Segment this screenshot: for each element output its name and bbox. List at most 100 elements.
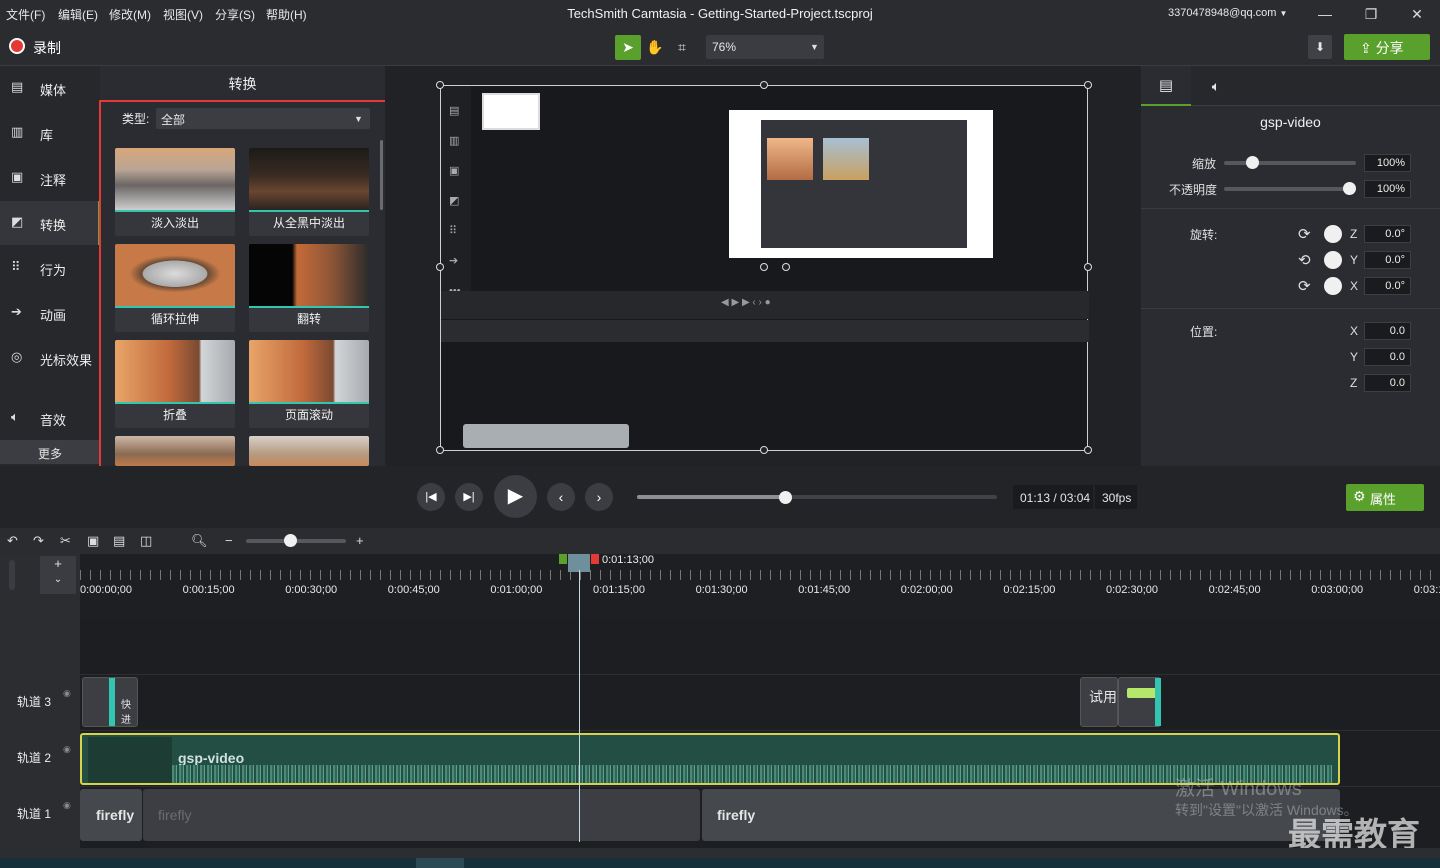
resize-handle[interactable]: [782, 263, 790, 271]
step-back-icon[interactable]: |◀: [417, 483, 445, 511]
crop-tool-icon[interactable]: ⌗: [669, 35, 695, 60]
sidebar-more-button[interactable]: 更多: [0, 440, 100, 464]
opacity-slider-knob[interactable]: [1343, 182, 1356, 195]
add-track-icon[interactable]: +: [40, 556, 76, 571]
resize-handle[interactable]: [1084, 446, 1092, 454]
close-icon[interactable]: ✕: [1402, 4, 1432, 24]
rotate-x-icon: ⟳: [1298, 278, 1311, 295]
eye-icon[interactable]: ◉: [63, 800, 71, 811]
scale-slider[interactable]: [1224, 161, 1356, 165]
download-icon[interactable]: ⬇: [1308, 35, 1332, 59]
ruler-tick-label: 0:00:00;00: [80, 584, 132, 596]
eye-icon[interactable]: ◉: [63, 744, 71, 755]
position-z-input[interactable]: 0.0: [1364, 374, 1411, 392]
track1-clip-firefly[interactable]: firefly: [80, 789, 142, 841]
ruler-tick-label: 0:01:00;00: [490, 584, 543, 596]
opacity-input[interactable]: 100%: [1364, 180, 1411, 198]
resize-handle[interactable]: [1084, 263, 1092, 271]
rotation-z-dial[interactable]: [1324, 225, 1342, 243]
copy-icon[interactable]: ▣: [87, 533, 99, 549]
timeline-horizontal-scrollbar[interactable]: [80, 848, 1440, 858]
seek-bar-fill: [637, 495, 785, 499]
track2-clip-gsp-video[interactable]: gsp-video: [80, 733, 1340, 785]
clip-label: firefly: [717, 807, 756, 823]
behavior-icon: ⠿: [11, 259, 21, 274]
position-x-input[interactable]: 0.0: [1364, 322, 1411, 340]
minimize-icon[interactable]: —: [1310, 4, 1340, 24]
ruler-tick-label: 0:02:45;00: [1208, 584, 1261, 596]
timeline-toolbar: [0, 528, 1440, 554]
sidebar-item-media[interactable]: ▤ 媒体: [0, 66, 100, 110]
track1-clip-firefly[interactable]: firefly: [143, 789, 700, 841]
previous-marker-icon[interactable]: ‹: [547, 483, 575, 511]
cut-icon[interactable]: ✂: [60, 533, 71, 549]
sidebar-item-audio-effects[interactable]: 🔈︎ 音效: [0, 396, 100, 440]
paste-icon[interactable]: ▤: [113, 533, 125, 549]
account-menu[interactable]: 3370478948@qq.com ▼: [1168, 7, 1287, 19]
audio-effect-icon: 🔈︎: [11, 409, 19, 424]
taskbar-item[interactable]: [416, 858, 464, 868]
timeline-zoom-knob[interactable]: [284, 534, 297, 547]
rotation-x-input[interactable]: 0.0°: [1364, 277, 1411, 295]
resize-handle[interactable]: [760, 446, 768, 454]
resize-handle[interactable]: [436, 446, 444, 454]
resize-handle[interactable]: [436, 81, 444, 89]
zoom-select[interactable]: 76%: [706, 35, 824, 59]
preview-sidebar-icons: ▤▥▣◩⠿➔•••: [449, 105, 461, 297]
record-button[interactable]: 录制: [33, 38, 61, 58]
next-marker-icon[interactable]: ›: [585, 483, 613, 511]
properties-button[interactable]: ⚙ 属性: [1346, 484, 1424, 511]
rotation-y-dial[interactable]: [1324, 251, 1342, 269]
chevron-down-icon[interactable]: ⌄: [40, 574, 76, 585]
share-button[interactable]: ⇪ 分享: [1344, 34, 1430, 60]
track3-clip-callout[interactable]: [1118, 677, 1161, 727]
scale-slider-knob[interactable]: [1246, 156, 1259, 169]
playhead-in-marker[interactable]: [559, 554, 567, 564]
resize-handle[interactable]: [1084, 81, 1092, 89]
track-height-slider[interactable]: [9, 560, 15, 590]
track3-clip-fast[interactable]: 快进: [82, 677, 138, 727]
film-icon: ▤: [11, 79, 24, 94]
tab-audio-properties[interactable]: 🔈︎: [1191, 66, 1241, 106]
resize-handle[interactable]: [760, 81, 768, 89]
sidebar: ▤ 媒体 ▥ 库 ▣ 注释 ◩ 转换 ⠿ 行为 ➔ 动画 ◎ 光标效果 🔈︎ 音效: [0, 66, 100, 466]
clip-label: firefly: [96, 807, 135, 823]
sidebar-item-library[interactable]: ▥ 库: [0, 111, 100, 155]
scale-input[interactable]: 100%: [1364, 154, 1411, 172]
seek-bar[interactable]: [637, 495, 997, 499]
record-icon[interactable]: [9, 38, 25, 54]
step-forward-icon[interactable]: ▶|: [455, 483, 483, 511]
play-icon[interactable]: ▶: [494, 475, 537, 518]
rotation-z-input[interactable]: 0.0°: [1364, 225, 1411, 243]
position-y-input[interactable]: 0.0: [1364, 348, 1411, 366]
seek-knob[interactable]: [778, 491, 792, 504]
pan-tool-icon[interactable]: ✋: [642, 35, 668, 60]
undo-icon[interactable]: ↶: [7, 533, 18, 549]
track3-clip-trial[interactable]: 试用: [1080, 677, 1118, 727]
split-icon[interactable]: ◫: [140, 533, 152, 549]
rotation-x-dial[interactable]: [1324, 277, 1342, 295]
sidebar-item-annotations[interactable]: ▣ 注释: [0, 156, 100, 200]
zoom-out-icon[interactable]: −: [225, 533, 233, 548]
zoom-in-icon[interactable]: +: [356, 533, 364, 548]
select-tool-icon[interactable]: ➤: [615, 35, 641, 60]
resize-handle[interactable]: [436, 263, 444, 271]
sidebar-item-animations[interactable]: ➔ 动画: [0, 291, 100, 335]
sidebar-item-cursor-effects[interactable]: ◎ 光标效果: [0, 336, 100, 380]
eye-icon[interactable]: ◉: [63, 688, 71, 699]
properties-button-label: 属性: [1370, 492, 1397, 507]
cursor-effect-icon: ◎: [11, 349, 23, 364]
opacity-slider[interactable]: [1224, 187, 1356, 191]
playhead-out-marker[interactable]: [591, 554, 599, 564]
sidebar-item-transitions[interactable]: ◩ 转换: [0, 201, 100, 245]
restore-icon[interactable]: ❐: [1356, 4, 1386, 24]
resize-handle[interactable]: [760, 263, 768, 271]
ruler-tick-label: 0:00:45;00: [387, 584, 440, 596]
zoom-search-icon[interactable]: 🔍︎: [191, 533, 208, 549]
redo-icon[interactable]: ↷: [33, 533, 44, 549]
rotation-y-input[interactable]: 0.0°: [1364, 251, 1411, 269]
account-email: 3370478948@qq.com: [1168, 7, 1277, 19]
transition-marker: [109, 678, 115, 726]
tab-visual-properties[interactable]: ▤: [1141, 66, 1191, 106]
sidebar-item-behaviors[interactable]: ⠿ 行为: [0, 246, 100, 290]
